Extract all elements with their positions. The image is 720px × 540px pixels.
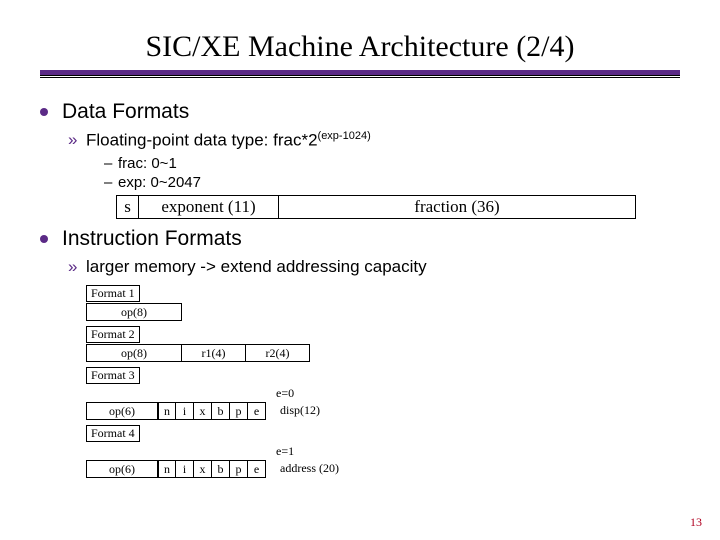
format2-row: op(8) r1(4) r2(4) bbox=[86, 344, 546, 362]
format3-label: Format 3 bbox=[86, 367, 140, 384]
f4-x: x bbox=[194, 460, 212, 478]
fp-exponent-sup: (exp-1024) bbox=[318, 130, 371, 142]
f4-e: e bbox=[248, 460, 266, 478]
f4-i: i bbox=[176, 460, 194, 478]
item-floating-point: Floating-point data type: frac*2(exp-102… bbox=[68, 130, 680, 151]
item-larger-memory: larger memory -> extend addressing capac… bbox=[68, 257, 680, 277]
fp-text: Floating-point data type: frac*2 bbox=[86, 131, 318, 150]
f3-op: op(6) bbox=[86, 402, 158, 420]
title-rule bbox=[40, 70, 680, 76]
item-exp-range: exp: 0~2047 bbox=[104, 174, 680, 191]
f4-n: n bbox=[158, 460, 176, 478]
title-rule-thin bbox=[40, 77, 680, 78]
float-layout-diagram: s exponent (11) fraction (36) bbox=[116, 195, 636, 219]
f4-op: op(6) bbox=[86, 460, 158, 478]
format4-row: op(6) n i x b p e address (20) bbox=[86, 460, 546, 478]
f3-n: n bbox=[158, 402, 176, 420]
f3-x: x bbox=[194, 402, 212, 420]
format4-label: Format 4 bbox=[86, 425, 140, 442]
f2-op: op(8) bbox=[86, 344, 182, 362]
content-area: Data Formats Floating-point data type: f… bbox=[40, 100, 680, 478]
f3-i: i bbox=[176, 402, 194, 420]
f2-r2: r2(4) bbox=[246, 344, 310, 362]
f3-e: e bbox=[248, 402, 266, 420]
format1-row: op(8) bbox=[86, 303, 546, 321]
f3-b: b bbox=[212, 402, 230, 420]
f1-op: op(8) bbox=[86, 303, 182, 321]
float-field-s: s bbox=[116, 195, 138, 219]
f4-b: b bbox=[212, 460, 230, 478]
f4-address: address (20) bbox=[272, 460, 460, 478]
format4-e-flag: e=1 bbox=[276, 444, 546, 459]
format2-label: Format 2 bbox=[86, 326, 140, 343]
instruction-formats-diagram: Format 1 op(8) Format 2 op(8) r1(4) r2(4… bbox=[86, 283, 546, 478]
section-data-formats: Data Formats bbox=[40, 100, 680, 124]
f3-disp: disp(12) bbox=[272, 402, 404, 420]
section-instruction-formats: Instruction Formats bbox=[40, 227, 680, 251]
slide-title: SIC/XE Machine Architecture (2/4) bbox=[40, 30, 680, 64]
f4-p: p bbox=[230, 460, 248, 478]
float-field-exponent: exponent (11) bbox=[138, 195, 278, 219]
format1-label: Format 1 bbox=[86, 285, 140, 302]
f3-p: p bbox=[230, 402, 248, 420]
float-field-fraction: fraction (36) bbox=[278, 195, 636, 219]
item-frac-range: frac: 0~1 bbox=[104, 155, 680, 172]
format3-e-flag: e=0 bbox=[276, 386, 546, 401]
slide: SIC/XE Machine Architecture (2/4) Data F… bbox=[0, 0, 720, 540]
page-number: 13 bbox=[690, 515, 702, 530]
f2-r1: r1(4) bbox=[182, 344, 246, 362]
format3-row: op(6) n i x b p e disp(12) bbox=[86, 402, 546, 420]
